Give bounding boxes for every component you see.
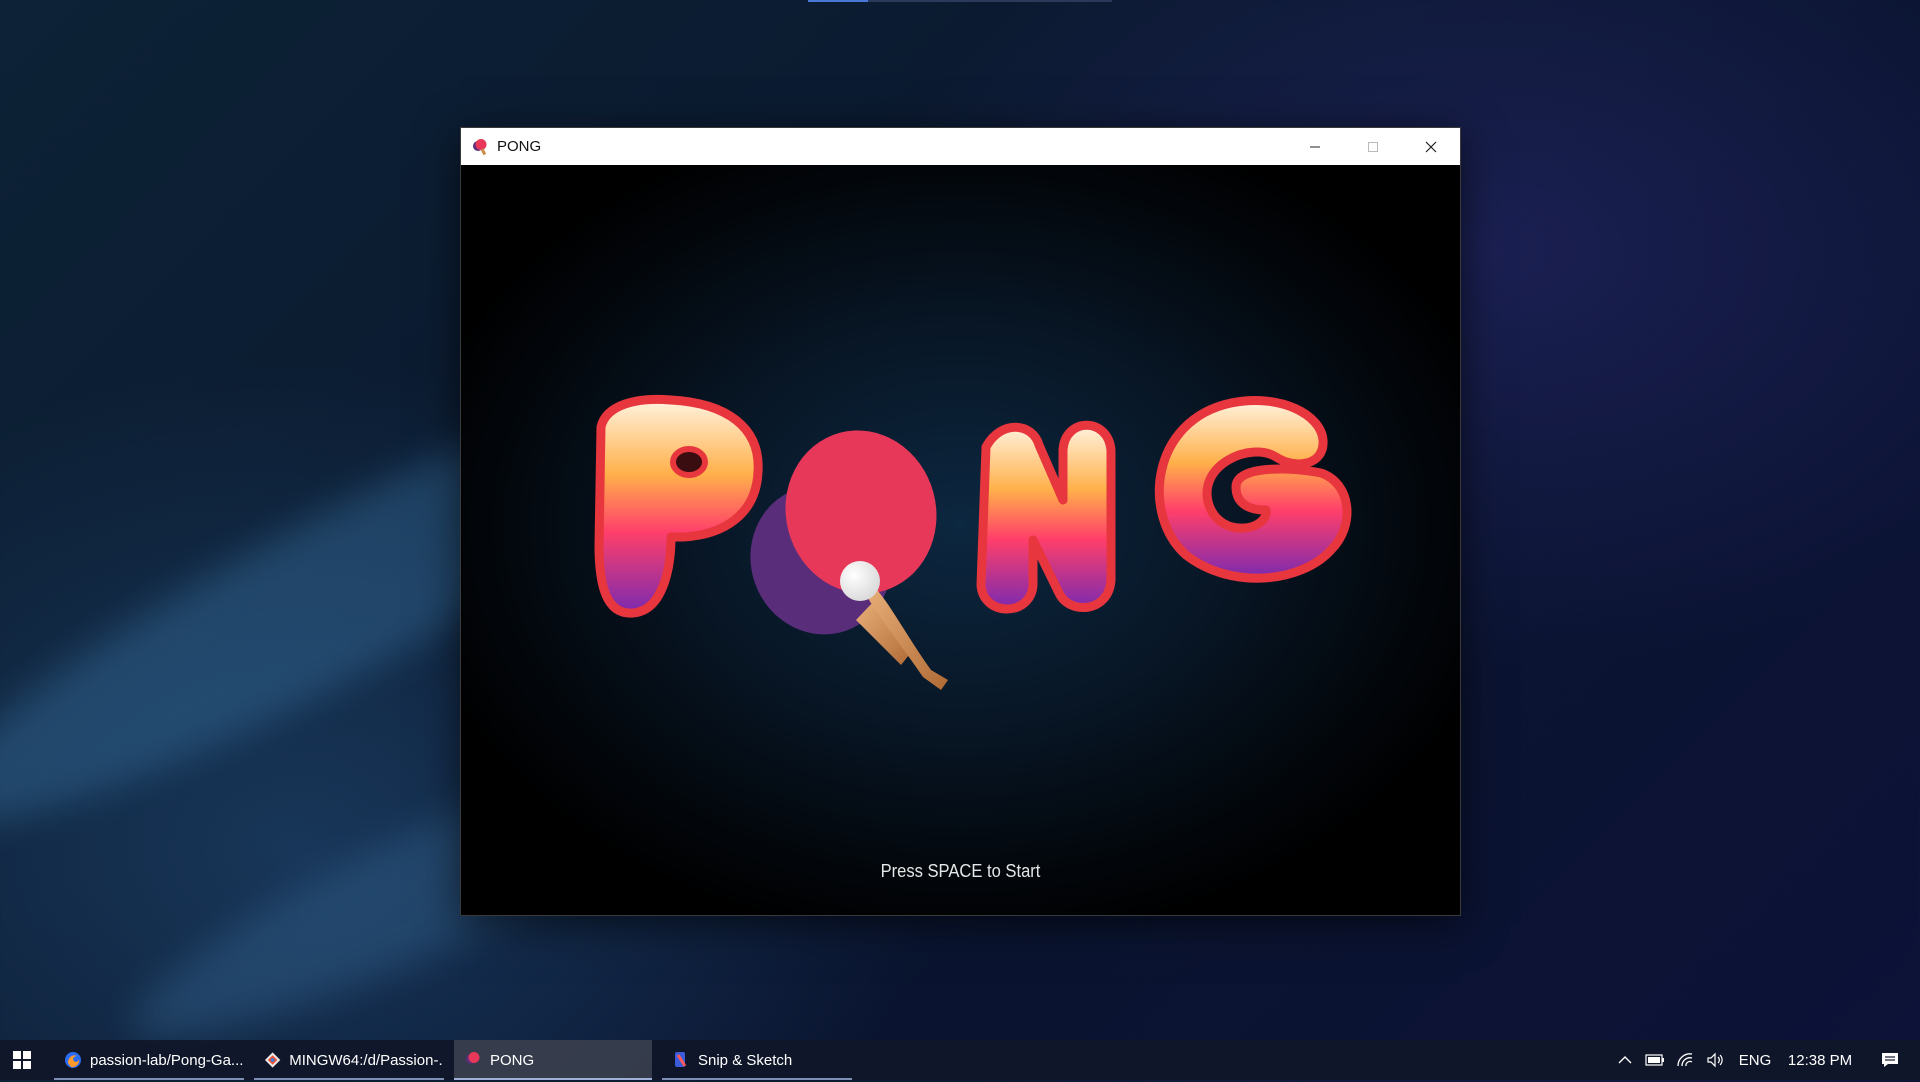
taskbar-app-label: PONG <box>490 1051 535 1069</box>
window-titlebar[interactable]: PONG <box>461 128 1460 165</box>
window-title: PONG <box>497 138 542 155</box>
taskbar-app-pong[interactable]: PONG <box>454 1040 652 1080</box>
show-hidden-icons-button[interactable] <box>1610 1040 1640 1080</box>
git-bash-icon <box>264 1052 281 1068</box>
chevron-up-icon <box>1618 1056 1632 1064</box>
top-edge-indicator <box>808 0 1112 2</box>
logo-paddles <box>750 430 948 690</box>
battery-button[interactable] <box>1640 1040 1670 1080</box>
windows-start-icon <box>13 1051 31 1069</box>
network-button[interactable] <box>1670 1040 1700 1080</box>
taskbar-app-firefox[interactable]: passion-lab/Pong-Ga... <box>54 1040 244 1080</box>
notification-icon <box>1882 1053 1898 1067</box>
firefox-icon <box>65 1052 81 1068</box>
taskbar-app-snip-sketch[interactable]: Snip & Sketch <box>662 1040 852 1080</box>
clock[interactable]: 12:38 PM <box>1780 1040 1860 1080</box>
pong-logo <box>594 394 1352 690</box>
snip-sketch-icon <box>675 1052 687 1067</box>
minimize-button[interactable] <box>1286 128 1344 165</box>
window-controls <box>1286 128 1460 165</box>
pong-paddle-icon <box>466 1052 480 1064</box>
input-language[interactable]: ENG <box>1730 1040 1780 1080</box>
maximize-button[interactable] <box>1344 128 1402 165</box>
logo-letter-n <box>976 420 1116 614</box>
game-canvas[interactable]: Press SPACE to Start <box>461 165 1460 915</box>
pong-window: PONG Press SPACE to Start <box>460 127 1461 916</box>
battery-icon <box>1645 1054 1664 1066</box>
taskbar-app-label: passion-lab/Pong-Ga... <box>90 1051 244 1069</box>
volume-button[interactable] <box>1700 1040 1730 1080</box>
close-button[interactable] <box>1402 128 1460 165</box>
maximize-icon <box>1368 141 1378 152</box>
logo-letter-p <box>594 394 763 618</box>
taskbar-app-git-bash[interactable]: MINGW64:/d/Passion-... <box>254 1040 444 1080</box>
close-icon <box>1425 141 1437 152</box>
minimize-icon <box>1310 146 1320 147</box>
start-prompt: Press SPACE to Start <box>880 861 1041 881</box>
pong-paddle-icon <box>471 137 491 157</box>
wifi-icon <box>1677 1053 1693 1067</box>
start-button[interactable] <box>0 1040 44 1080</box>
taskbar-app-label: Snip & Sketch <box>698 1051 793 1069</box>
volume-icon <box>1707 1052 1723 1068</box>
logo-letter-g <box>1154 396 1352 583</box>
system-tray: ENG 12:38 PM <box>1610 1040 1920 1080</box>
taskbar-app-label: MINGW64:/d/Passion-... <box>289 1051 444 1069</box>
taskbar: passion-lab/Pong-Ga... MINGW64:/d/Passio… <box>0 1040 1920 1080</box>
action-center-button[interactable] <box>1860 1040 1920 1080</box>
